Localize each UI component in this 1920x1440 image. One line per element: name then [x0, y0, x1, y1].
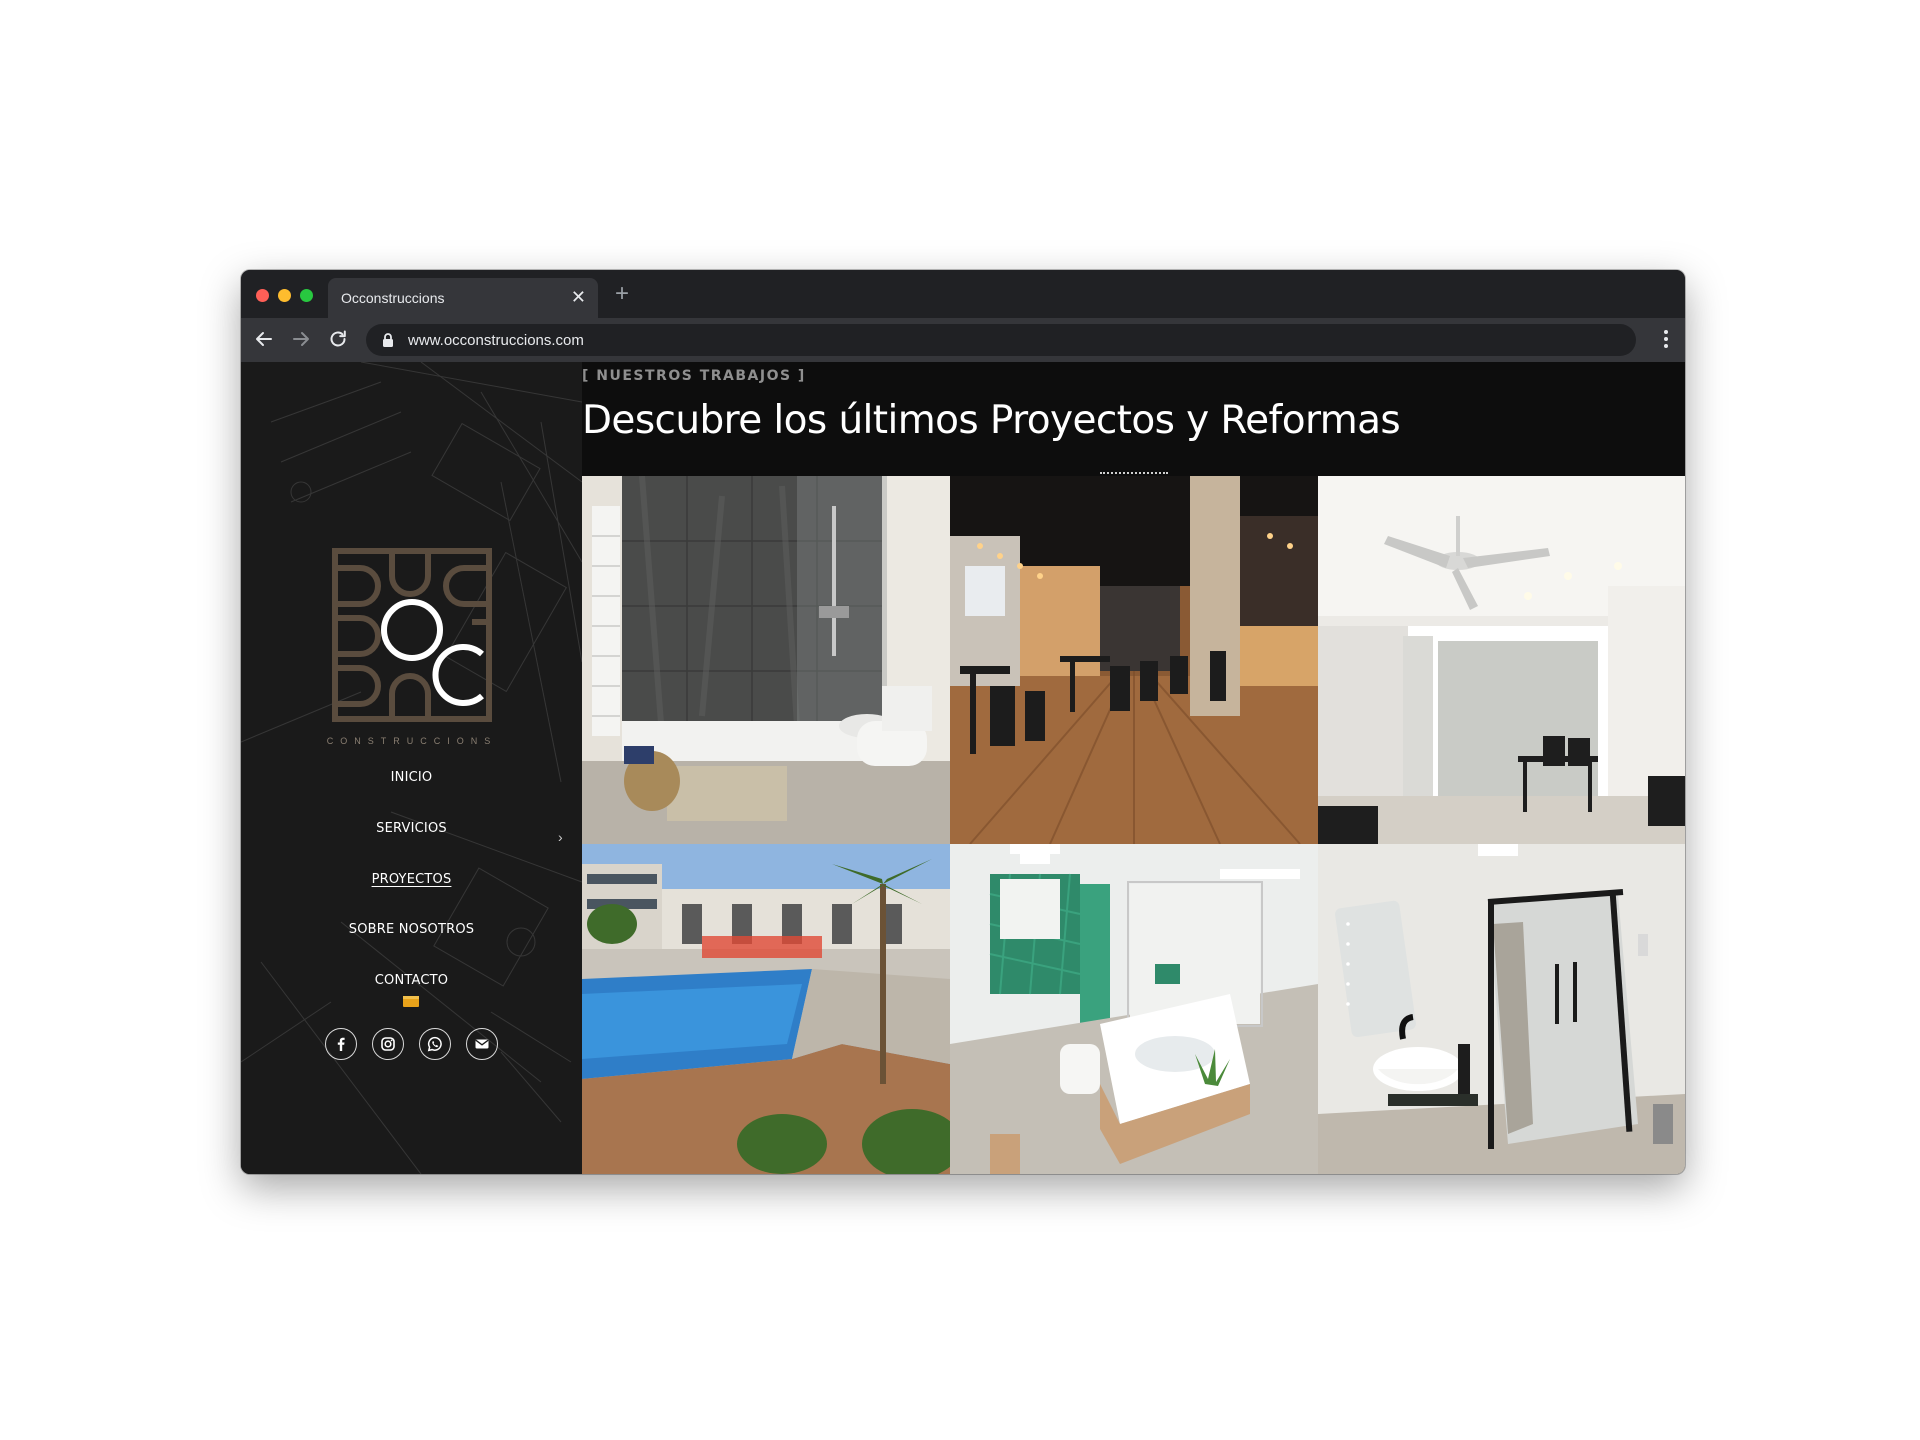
- project-tile-living-room[interactable]: [1318, 476, 1685, 844]
- back-arrow-icon[interactable]: [253, 328, 275, 350]
- nav-item-proyectos[interactable]: PROYECTOS: [241, 872, 582, 887]
- instagram-icon[interactable]: [372, 1028, 404, 1060]
- new-tab-button[interactable]: +: [615, 280, 629, 308]
- tab-title: Occonstruccions: [341, 290, 445, 306]
- section-headline: Descubre los últimos Proyectos y Reforma…: [582, 398, 1401, 443]
- minimize-window-button[interactable]: [278, 289, 291, 302]
- chevron-right-icon[interactable]: ›: [558, 829, 563, 845]
- email-icon[interactable]: [466, 1028, 498, 1060]
- browser-menu-icon[interactable]: [1663, 329, 1669, 349]
- tab-bar: Occonstruccions ✕ +: [241, 270, 1685, 318]
- reload-icon[interactable]: [327, 328, 349, 350]
- projects-section: [ NUESTROS TRABAJOS ] Descubre los últim…: [582, 362, 1685, 1174]
- project-tile-black-shower[interactable]: [1318, 844, 1685, 1174]
- project-gallery: [582, 476, 1685, 1174]
- address-bar[interactable]: www.occonstruccions.com: [366, 324, 1636, 356]
- nav-item-contacto[interactable]: CONTACTO: [241, 973, 582, 988]
- close-window-button[interactable]: [256, 289, 269, 302]
- nav-item-inicio[interactable]: INICIO: [241, 770, 582, 785]
- whatsapp-icon[interactable]: [419, 1028, 451, 1060]
- project-tile-green-bathroom[interactable]: [950, 844, 1318, 1174]
- url-text: www.occonstruccions.com: [408, 332, 584, 349]
- project-tile-bathroom-shower[interactable]: [582, 476, 950, 844]
- company-logo: [332, 548, 492, 722]
- browser-window: Occonstruccions ✕ + www.occonstruccions.…: [241, 270, 1685, 1174]
- facebook-icon[interactable]: [325, 1028, 357, 1060]
- browser-toolbar: www.occonstruccions.com: [241, 318, 1685, 362]
- forward-arrow-icon[interactable]: [290, 328, 312, 350]
- lock-icon: [381, 332, 395, 348]
- language-flag-icon[interactable]: [403, 996, 419, 1007]
- nav-item-servicios[interactable]: SERVICIOS: [241, 821, 582, 836]
- project-tile-restaurant[interactable]: [950, 476, 1318, 844]
- dotted-divider: [1100, 472, 1168, 474]
- section-eyebrow: [ NUESTROS TRABAJOS ]: [582, 368, 806, 384]
- close-tab-icon[interactable]: ✕: [571, 287, 586, 307]
- blueprint-background: [241, 362, 582, 1174]
- page-viewport: CONSTRUCCIONS INICIO SERVICIOS › PROYECT…: [241, 362, 1685, 1174]
- sidebar: CONSTRUCCIONS INICIO SERVICIOS › PROYECT…: [241, 362, 582, 1174]
- maximize-window-button[interactable]: [300, 289, 313, 302]
- browser-tab[interactable]: Occonstruccions ✕: [328, 278, 598, 318]
- project-tile-pool[interactable]: [582, 844, 950, 1174]
- logo-wordmark: CONSTRUCCIONS: [326, 736, 498, 746]
- nav-item-sobre-nosotros[interactable]: SOBRE NOSOTROS: [241, 922, 582, 937]
